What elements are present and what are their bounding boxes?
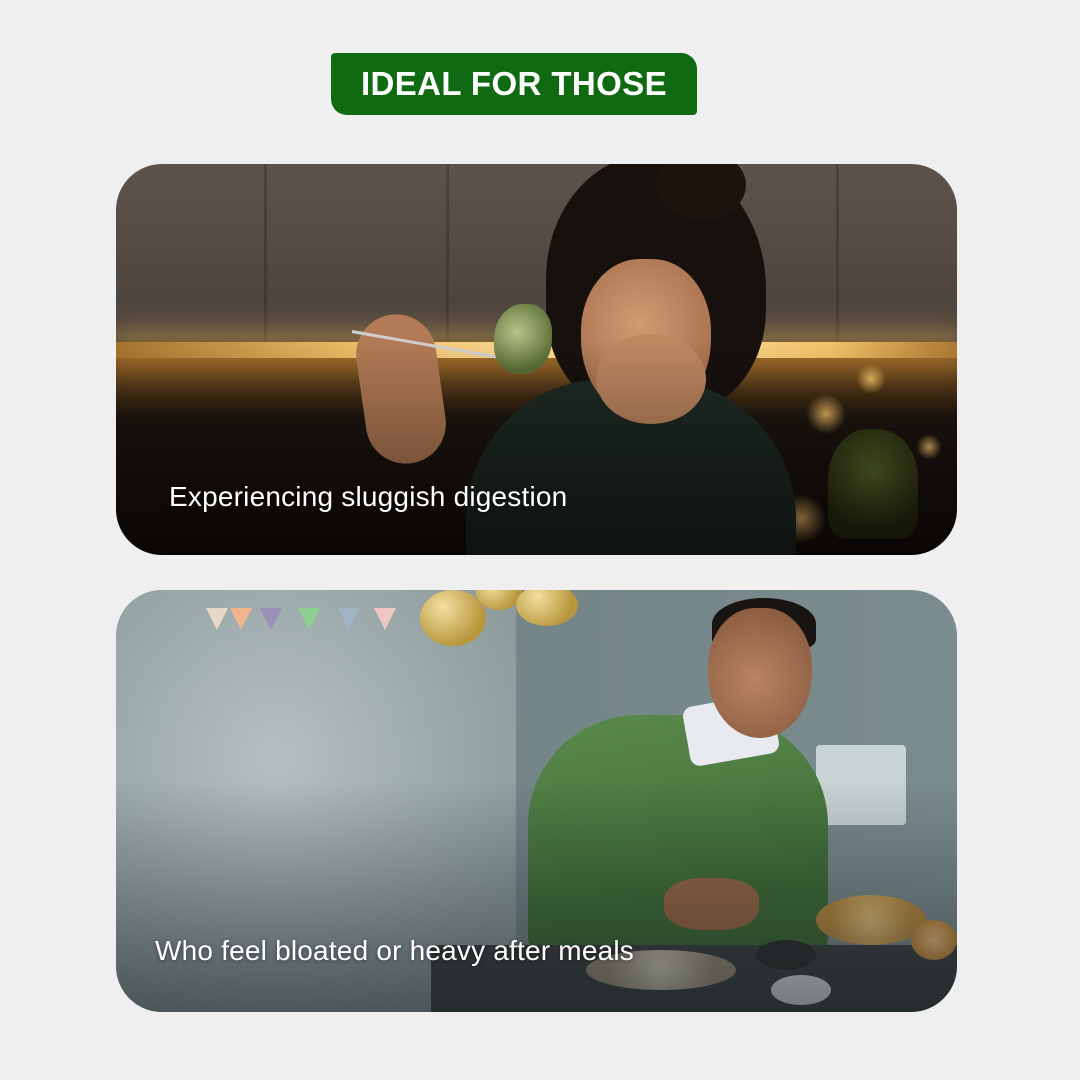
page: IDEAL FOR THOSE Experiencing sluggish di… — [0, 0, 1080, 1080]
card-caption: Who feel bloated or heavy after meals — [155, 935, 634, 966]
section-badge-label: IDEAL FOR THOSE — [360, 65, 668, 102]
section-badge: IDEAL FOR THOSE — [331, 53, 697, 115]
audience-card-bloated-after-meals: Who feel bloated or heavy after meals — [116, 590, 957, 1012]
card-caption: Experiencing sluggish digestion — [169, 481, 568, 512]
audience-card-sluggish-digestion: Experiencing sluggish digestion — [116, 164, 957, 555]
